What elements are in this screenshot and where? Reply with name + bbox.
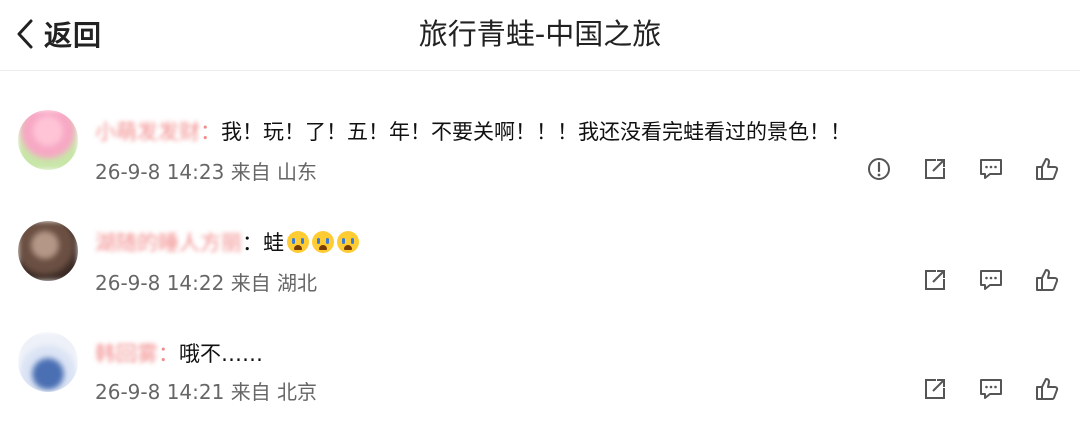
comment-text: 蛙 [263,231,284,255]
comment-actions [892,267,1060,293]
comment-actions [892,376,1060,402]
thumbs-up-icon [1036,158,1059,180]
comment-icon [980,270,1002,290]
avatar[interactable] [18,221,78,281]
report-button[interactable] [866,156,892,182]
comment-line: 韩回雾：哦不…… [95,338,263,368]
comment-line: 湖随的睡人方丽：蛙 [95,227,359,257]
reply-button[interactable] [978,376,1004,402]
crying-face-emoji [312,231,334,253]
crying-face-emoji [287,231,309,253]
comment-location: 来自 山东 [230,160,318,184]
comment-line: 小萌发发财：我！玩！了！五！年！不要关啊！！！我还没看完蛙看过的景色！！ [95,116,851,146]
crying-face-emoji [337,231,359,253]
comment-location: 来自 湖北 [230,271,318,295]
comment-time: 26-9-8 14:22 [95,271,225,295]
share-button[interactable] [922,156,948,182]
like-button[interactable] [1034,267,1060,293]
exclamation-circle-icon [868,158,890,180]
reply-button[interactable] [978,156,1004,182]
share-button[interactable] [922,267,948,293]
username-colon: ： [158,342,179,366]
reply-button[interactable] [978,267,1004,293]
page-title: 旅行青蛙-中国之旅 [418,17,662,51]
comment-time: 26-9-8 14:21 [95,380,225,404]
thumbs-up-icon [1036,269,1059,291]
username-colon: ： [200,120,221,144]
comment-text: 哦不…… [179,342,263,366]
avatar[interactable] [18,332,78,392]
share-icon [925,270,945,290]
comment-meta: 26-9-8 14:22 来自 湖北 [95,267,317,296]
comment-item: 湖随的睡人方丽：蛙 26-9-8 14:22 来自 湖北 [0,207,1080,307]
comment-time: 26-9-8 14:23 [95,160,225,184]
username[interactable]: 湖随的睡人方丽 [95,227,242,257]
top-bar: 返回 旅行青蛙-中国之旅 [0,0,1080,71]
comment-meta: 26-9-8 14:23 来自 山东 [95,156,317,185]
comment-actions [836,156,1060,182]
thumbs-up-icon [1036,378,1059,400]
comment-item: 小萌发发财：我！玩！了！五！年！不要关啊！！！我还没看完蛙看过的景色！！ 26-… [0,96,1080,196]
comment-meta: 26-9-8 14:21 来自 北京 [95,376,317,405]
username-colon: ： [242,231,263,255]
like-button[interactable] [1034,156,1060,182]
share-icon [925,159,945,179]
comment-text: 我！玩！了！五！年！不要关啊！！！我还没看完蛙看过的景色！！ [221,120,851,144]
avatar[interactable] [18,110,78,170]
comment-icon [980,379,1002,399]
comment-icon [980,159,1002,179]
comment-location: 来自 北京 [230,380,318,404]
username[interactable]: 小萌发发财 [95,116,200,146]
like-button[interactable] [1034,376,1060,402]
share-icon [925,379,945,399]
comment-item: 韩回雾：哦不…… 26-9-8 14:21 来自 北京 [0,316,1080,416]
username[interactable]: 韩回雾 [95,338,158,368]
share-button[interactable] [922,376,948,402]
